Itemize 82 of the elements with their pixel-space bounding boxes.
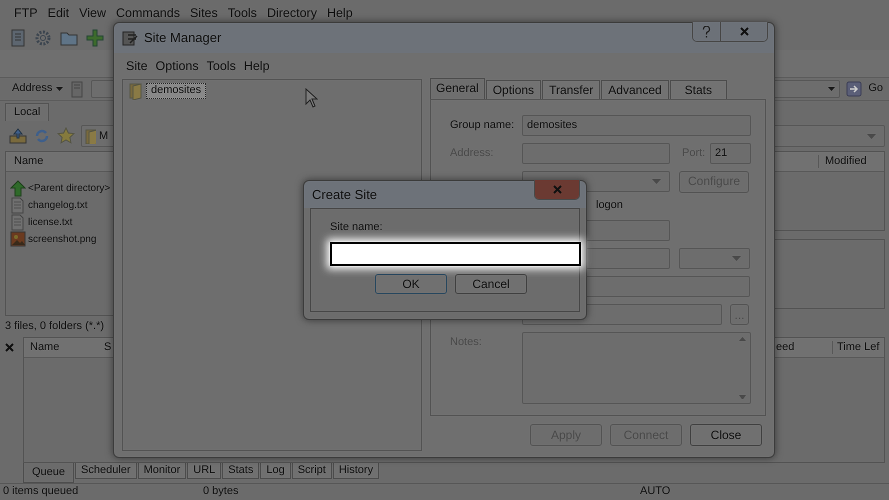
- menu-item[interactable]: Tools: [206, 58, 236, 74]
- menu-item[interactable]: Sites: [190, 6, 218, 20]
- tab[interactable]: Advanced: [601, 80, 669, 99]
- caret-icon[interactable]: [867, 134, 876, 138]
- bottom-tab[interactable]: History: [332, 462, 380, 479]
- settings-icon[interactable]: [34, 29, 52, 47]
- tab[interactable]: Options: [486, 80, 542, 99]
- bottom-tab[interactable]: URL: [187, 462, 222, 479]
- bottom-tab[interactable]: Log: [260, 462, 291, 479]
- scroll-up-icon[interactable]: [738, 337, 746, 341]
- window-title: Site Manager: [144, 30, 222, 46]
- bottom-tab[interactable]: Monitor: [138, 462, 186, 479]
- menu-item[interactable]: Commands: [116, 6, 180, 20]
- bottom-tab[interactable]: Script: [292, 462, 332, 479]
- file-name[interactable]: <Parent directory>: [28, 182, 110, 195]
- notes-area[interactable]: [522, 332, 751, 404]
- column-header[interactable]: Modified: [818, 154, 884, 168]
- star-icon[interactable]: [57, 127, 75, 146]
- dialog-button[interactable]: Close: [690, 424, 762, 446]
- scroll-down-icon[interactable]: [738, 395, 746, 399]
- status-text: 0 bytes: [202, 484, 240, 498]
- menu-item[interactable]: Site: [126, 58, 148, 74]
- menu-item[interactable]: Directory: [266, 6, 317, 20]
- menu-item[interactable]: Edit: [48, 6, 70, 20]
- menu-item[interactable]: Options: [156, 58, 199, 74]
- tab[interactable]: Transfer: [542, 80, 600, 99]
- close-icon[interactable]: [552, 184, 562, 195]
- status-text: AUTO: [640, 484, 670, 498]
- caret-icon[interactable]: [828, 87, 836, 91]
- dialog-button[interactable]: OK: [375, 274, 447, 294]
- file-name[interactable]: license.txt: [28, 216, 72, 229]
- file-name[interactable]: screenshot.png: [28, 234, 96, 246]
- bottom-tab[interactable]: Scheduler: [75, 462, 137, 479]
- caret-icon[interactable]: [732, 256, 741, 261]
- tab[interactable]: Stats: [670, 80, 728, 99]
- mouse-cursor-icon: [305, 88, 318, 108]
- go-button[interactable]: Go: [868, 82, 883, 96]
- help-icon[interactable]: [702, 26, 711, 38]
- menu-item[interactable]: Help: [244, 58, 270, 74]
- column-header[interactable]: Name: [24, 340, 102, 354]
- parent-arrow-icon: [10, 180, 26, 198]
- field-label: Site name:: [330, 221, 384, 234]
- close-icon[interactable]: [738, 26, 750, 37]
- close-icon[interactable]: [4, 342, 15, 353]
- port-field[interactable]: 21: [710, 143, 751, 164]
- folder-up-icon[interactable]: [9, 127, 27, 146]
- bottom-tab[interactable]: Stats: [222, 462, 260, 479]
- logon-text: logon: [596, 199, 623, 213]
- local-tab[interactable]: Local: [5, 103, 50, 122]
- caret-icon[interactable]: [652, 179, 661, 184]
- path-text: M: [99, 130, 108, 143]
- folder-icon: [84, 128, 96, 144]
- address-dropdown[interactable]: Address: [12, 82, 64, 96]
- close-button[interactable]: [535, 180, 579, 199]
- menu-item[interactable]: Tools: [228, 6, 257, 20]
- menu-item[interactable]: View: [79, 6, 106, 20]
- document-icon[interactable]: [10, 29, 26, 47]
- go-icon[interactable]: [846, 81, 862, 97]
- field-label: Group name:: [450, 118, 516, 132]
- text-file-icon: [10, 214, 26, 232]
- dialog-button[interactable]: Cancel: [455, 274, 527, 294]
- folder-summary: 3 files, 0 folders (*.*): [5, 318, 106, 334]
- text-file-icon: [10, 197, 26, 214]
- file-name[interactable]: changelog.txt: [28, 200, 88, 212]
- column-header[interactable]: Time Lef: [832, 340, 884, 354]
- tab[interactable]: General: [430, 78, 485, 99]
- caret-icon: [56, 87, 64, 91]
- tree-item[interactable]: demosites: [146, 83, 206, 99]
- status-text: 0 items queued: [2, 484, 80, 498]
- folder-icon: [128, 82, 142, 100]
- image-file-icon: [10, 231, 26, 248]
- group-name-field[interactable]: demosites: [522, 115, 751, 136]
- menu-item[interactable]: FTP: [14, 6, 38, 20]
- help-button[interactable]: [693, 22, 721, 41]
- bottom-tab[interactable]: Queue: [23, 462, 74, 483]
- plus-icon[interactable]: [86, 29, 104, 47]
- site-name-input[interactable]: [330, 242, 581, 266]
- column-header[interactable]: eed: [776, 340, 832, 354]
- close-button[interactable]: [721, 22, 767, 41]
- menu-item[interactable]: Help: [326, 6, 353, 20]
- dialog-title: Create Site: [312, 186, 378, 202]
- dropdown-field[interactable]: [679, 248, 750, 269]
